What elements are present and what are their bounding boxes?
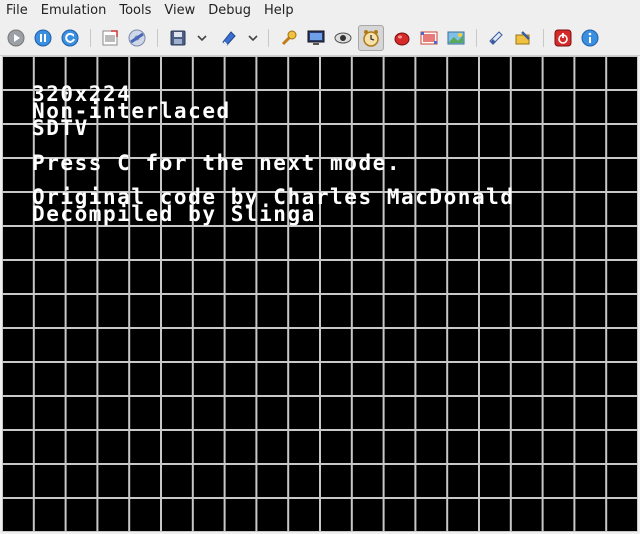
credit-decompiled-text: Decompiled by Slinga: [32, 202, 316, 226]
cheats-icon: [281, 30, 297, 46]
load-state-button[interactable]: [217, 26, 241, 50]
instruction-text: Press C for the next mode.: [32, 151, 402, 175]
info-button[interactable]: [578, 26, 602, 50]
menu-emulation[interactable]: Emulation: [35, 0, 113, 22]
menu-file[interactable]: File: [0, 0, 34, 22]
toolbar-separator: [268, 29, 269, 47]
display-icon: [307, 30, 325, 45]
menu-debug[interactable]: Debug: [202, 0, 257, 22]
palette-button[interactable]: [444, 26, 468, 50]
chevron-down-icon: [197, 35, 207, 42]
cpu-icon: [394, 32, 410, 46]
grid-overlay: [2, 56, 638, 532]
emulator-screen[interactable]: 320x224 Non-interlaced SDTV Press C for …: [2, 56, 638, 532]
load-state-icon: [222, 31, 236, 46]
menu-help[interactable]: Help: [258, 0, 300, 22]
settings-button[interactable]: [511, 26, 535, 50]
memory-button[interactable]: [417, 26, 441, 50]
play-button[interactable]: [4, 26, 28, 50]
toolbar-separator: [157, 29, 158, 47]
toolbar-separator: [476, 29, 477, 47]
timer-button[interactable]: [358, 25, 384, 51]
vram-button[interactable]: [331, 26, 355, 50]
memory-icon: [420, 31, 438, 45]
patch-button[interactable]: [484, 26, 508, 50]
reset-button[interactable]: [58, 26, 82, 50]
cheats-button[interactable]: [277, 26, 301, 50]
power-icon: [554, 29, 572, 47]
display-button[interactable]: [304, 26, 328, 50]
save-state-button[interactable]: [166, 26, 190, 50]
load-cd-button[interactable]: [125, 26, 149, 50]
patch-icon: [489, 31, 503, 45]
save-state-icon: [170, 30, 186, 46]
timer-icon: [363, 30, 379, 47]
menu-view[interactable]: View: [158, 0, 201, 22]
reset-icon: [61, 29, 79, 47]
vram-icon: [334, 32, 352, 44]
cd-icon: [128, 29, 146, 47]
toolbar-separator: [90, 29, 91, 47]
toolbar-separator: [543, 29, 544, 47]
tv-standard-text: SDTV: [32, 116, 89, 140]
screenshot-icon: [102, 30, 118, 46]
screenshot-button[interactable]: [98, 26, 122, 50]
save-state-dropdown[interactable]: [195, 26, 209, 50]
chevron-down-icon: [248, 35, 258, 42]
pause-button[interactable]: [31, 26, 55, 50]
load-state-dropdown[interactable]: [246, 26, 260, 50]
settings-icon: [515, 31, 530, 45]
cpu-button[interactable]: [390, 26, 414, 50]
play-icon: [7, 29, 25, 47]
power-button[interactable]: [551, 26, 575, 50]
pause-icon: [34, 29, 52, 47]
info-icon: [581, 29, 599, 47]
palette-icon: [447, 31, 465, 45]
menu-tools[interactable]: Tools: [113, 0, 157, 22]
menu-bar: File Emulation Tools View Debug Help: [0, 0, 640, 22]
toolbar: [0, 22, 640, 56]
